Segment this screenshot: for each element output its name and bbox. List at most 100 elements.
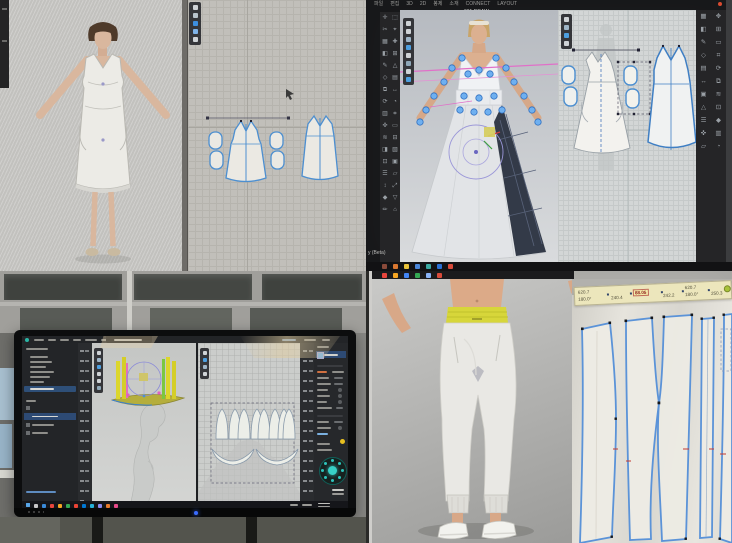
avatar-3d-joggers[interactable] <box>372 279 578 543</box>
taskbar-app-icon[interactable] <box>404 273 409 278</box>
tool-icon[interactable]: ◆ <box>380 192 390 204</box>
menu-item[interactable]: 봉제 <box>433 0 442 9</box>
tool-icon[interactable]: ≋ <box>711 88 726 101</box>
hat-pattern-pieces[interactable] <box>198 343 300 506</box>
tool-icon[interactable]: ⊞ <box>390 48 400 60</box>
3d-viewport[interactable] <box>372 279 578 543</box>
viewport-mini-toolbar[interactable] <box>200 348 209 379</box>
taskbar-app-icon[interactable] <box>382 273 387 278</box>
tool-icon[interactable]: ✚ <box>390 36 400 48</box>
crown-points[interactable] <box>216 409 295 439</box>
toggle[interactable] <box>338 394 342 398</box>
tool-icon[interactable] <box>406 69 411 74</box>
tool-icon[interactable]: ⬚ <box>390 12 400 24</box>
tool-icon[interactable]: △ <box>696 101 711 114</box>
taskbar-app-icon[interactable] <box>106 504 110 508</box>
tool-icon[interactable]: ✜ <box>380 120 390 132</box>
tool-icon[interactable] <box>564 25 569 30</box>
toggle[interactable] <box>338 388 342 392</box>
tool-icon[interactable]: ⌖ <box>390 24 400 36</box>
taskbar-app-icon[interactable] <box>415 273 420 278</box>
pattern-pocket[interactable] <box>564 87 577 106</box>
tool-icon[interactable] <box>564 41 569 46</box>
mannequin-with-hat[interactable] <box>92 343 196 506</box>
pattern-group-front[interactable] <box>204 108 292 192</box>
taskbar-app-icon[interactable] <box>82 504 86 508</box>
taskbar-app-icon[interactable] <box>58 504 62 508</box>
viewport-mini-toolbar[interactable] <box>94 348 103 393</box>
tool-icon[interactable] <box>564 17 569 22</box>
tool-icon[interactable]: ◔ <box>390 96 400 108</box>
taskbar-app-icon[interactable] <box>393 264 398 269</box>
pattern-pocket[interactable] <box>562 66 575 84</box>
avatar-3d-gown[interactable] <box>400 10 558 262</box>
tool-icon[interactable]: ▦ <box>380 36 390 48</box>
pattern-front-right[interactable] <box>658 315 692 541</box>
tool-icon[interactable]: ▥ <box>711 127 726 140</box>
left-toolbar[interactable]: ✛⬚✂⌖▦✚◧⊞✎△◇▤⧉↔⟳◔▥⌗✜▭≋⊟◨▧⊡▣☰▱↕⤢◆▽✏⌂ <box>380 12 400 262</box>
tool-icon[interactable]: ▭ <box>711 36 726 49</box>
tool-icon[interactable] <box>193 29 198 34</box>
tool-icon[interactable] <box>193 37 198 42</box>
tool-icon[interactable] <box>193 5 198 10</box>
taskbar-app-icon[interactable] <box>66 504 70 508</box>
tool-icon[interactable]: ▦ <box>696 10 711 23</box>
tool-icon[interactable]: ▽ <box>390 192 400 204</box>
2d-pattern-viewport[interactable] <box>198 343 300 506</box>
tool-icon[interactable]: ↕ <box>380 180 390 192</box>
menu-bar[interactable]: 파일편집3D2D봉제소재CONNECTLAYOUT <box>374 0 517 9</box>
tool-icon[interactable]: ↔ <box>696 75 711 88</box>
pattern-pocket[interactable] <box>209 132 222 149</box>
tool-icon[interactable]: ▣ <box>696 88 711 101</box>
menu-item[interactable]: 소재 <box>449 0 458 9</box>
pattern-pocket[interactable] <box>270 132 283 149</box>
taskbar-app-icon[interactable] <box>404 264 409 269</box>
tool-icon[interactable]: ✎ <box>380 60 390 72</box>
toggle[interactable] <box>338 426 342 430</box>
tool-icon[interactable] <box>406 37 411 42</box>
menu-item[interactable]: LAYOUT <box>497 0 517 9</box>
tool-icon[interactable]: ⊞ <box>711 23 726 36</box>
tool-icon[interactable]: ☰ <box>696 114 711 127</box>
left-toolbar-col2[interactable] <box>85 347 89 497</box>
tool-icon[interactable] <box>406 61 411 66</box>
tool-icon[interactable] <box>406 77 411 82</box>
tool-icon[interactable]: ✂ <box>380 24 390 36</box>
tool-icon[interactable]: ⌂ <box>390 204 400 216</box>
tool-icon[interactable] <box>193 21 198 26</box>
tool-icon[interactable] <box>193 13 198 18</box>
tool-icon[interactable]: ⊡ <box>711 101 726 114</box>
taskbar-app-icon[interactable] <box>74 504 78 508</box>
tool-icon[interactable]: ▤ <box>390 72 400 84</box>
taskbar-app-icon[interactable] <box>426 273 431 278</box>
pattern-partial[interactable] <box>720 314 732 543</box>
tool-icon[interactable]: ⟳ <box>711 62 726 75</box>
pattern-group-back[interactable] <box>292 108 348 192</box>
menu-item[interactable]: 편집 <box>390 0 399 9</box>
pattern-leg-panel[interactable] <box>580 323 616 543</box>
menu-item[interactable]: 2D <box>420 0 426 9</box>
taskbar-app-icon[interactable] <box>98 504 102 508</box>
taskbar-app-icon[interactable] <box>34 504 38 508</box>
tool-icon[interactable]: ⊟ <box>390 132 400 144</box>
pattern-pocket[interactable] <box>271 151 284 169</box>
tool-icon[interactable]: ▧ <box>390 144 400 156</box>
right-toolbar[interactable]: ▦✥◧⊞✎▭◇⌗▤⟳↔⧉▣≋△⊡☰◆✜▥▱◔ <box>696 10 726 262</box>
taskbar-app-icon[interactable] <box>393 273 398 278</box>
tool-icon[interactable]: ⟳ <box>380 96 390 108</box>
3d-viewport[interactable] <box>400 10 558 262</box>
tool-icon[interactable]: ✛ <box>380 12 390 24</box>
tool-icon[interactable]: ✜ <box>696 127 711 140</box>
view-mini-toolbar[interactable] <box>189 2 201 45</box>
tool-icon[interactable] <box>406 53 411 58</box>
tool-icon[interactable]: ✥ <box>711 10 726 23</box>
tool-icon[interactable]: ◇ <box>380 72 390 84</box>
pattern-pocket[interactable] <box>624 66 637 85</box>
gizmo-center[interactable] <box>328 466 337 475</box>
taskbar-app-icon[interactable] <box>448 264 453 269</box>
pattern-dress-back[interactable] <box>648 46 696 148</box>
taskbar-app-icon[interactable] <box>42 504 46 508</box>
tool-icon[interactable]: ☰ <box>380 168 390 180</box>
tool-icon[interactable] <box>406 45 411 50</box>
tool-icon[interactable]: ◧ <box>696 23 711 36</box>
